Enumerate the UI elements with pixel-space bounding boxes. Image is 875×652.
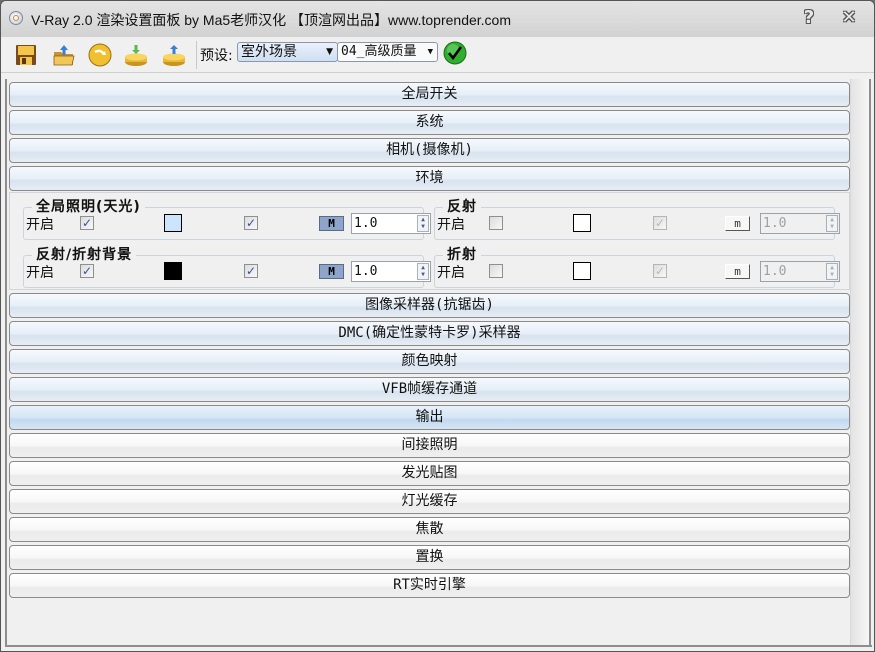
vray-render-settings-window: V-Ray 2.0 渲染设置面板 by Ma5老师汉化 【顶渲网出品】www.t… bbox=[0, 0, 875, 652]
quality-preset-dropdown[interactable]: 04_高级质量 ▼ bbox=[337, 42, 438, 62]
refraction-on-label: 开启 bbox=[437, 265, 465, 281]
title-bar: V-Ray 2.0 渲染设置面板 by Ma5老师汉化 【顶渲网出品】www.t… bbox=[1, 1, 874, 37]
spinner-up-icon: ▲ bbox=[830, 216, 834, 223]
import-icon[interactable] bbox=[123, 42, 149, 68]
reflection-map-button: m bbox=[725, 216, 750, 231]
rollout-vfb-channels[interactable]: VFB帧缓存通道 bbox=[9, 377, 850, 402]
spinner-arrows[interactable]: ▲ ▼ bbox=[417, 215, 429, 232]
rollout-irradiance-map[interactable]: 发光贴图 bbox=[9, 461, 850, 486]
rollout-global-switches[interactable]: 全局开关 bbox=[9, 82, 850, 107]
close-button[interactable]: ✕ bbox=[837, 7, 861, 29]
spinner-arrows: ▲ ▼ bbox=[826, 215, 838, 232]
quality-preset-value: 04_高级质量 bbox=[341, 44, 417, 59]
gi-multiplier-value: 1.0 bbox=[354, 216, 378, 231]
scene-preset-dropdown[interactable]: 室外场景 ▼ bbox=[237, 42, 338, 62]
refraction-color-swatch[interactable] bbox=[573, 262, 591, 280]
preset-label: 预设: bbox=[200, 48, 233, 64]
refraction-title: 折射 bbox=[443, 244, 481, 264]
rollout-rt-engine[interactable]: RT实时引擎 bbox=[9, 573, 850, 598]
rollout-panel: 全局开关 系统 相机(摄像机) 环境 全局照明(天光) 开启 ✓ ✓ M 1.0… bbox=[5, 79, 852, 647]
refl-refr-on-label: 开启 bbox=[26, 265, 54, 281]
reflection-title: 反射 bbox=[443, 196, 481, 216]
window-title: V-Ray 2.0 渲染设置面板 by Ma5老师汉化 【顶渲网出品】www.t… bbox=[31, 12, 511, 28]
chevron-down-icon: ▼ bbox=[425, 43, 433, 61]
environment-panel: 全局照明(天光) 开启 ✓ ✓ M 1.0 ▲ ▼ 反射 开启 ✓ m 1.0 … bbox=[9, 192, 850, 290]
checkmark-icon[interactable] bbox=[443, 41, 467, 65]
reflection-on-label: 开启 bbox=[437, 217, 465, 233]
spinner-arrows: ▲ ▼ bbox=[826, 263, 838, 280]
reflection-map-checkbox: ✓ bbox=[653, 216, 667, 230]
spinner-down-icon[interactable]: ▼ bbox=[418, 271, 428, 278]
refl-refr-color-swatch[interactable] bbox=[164, 262, 182, 280]
refl-refr-map-checkbox[interactable]: ✓ bbox=[244, 264, 258, 278]
reflection-multiplier-spinner: 1.0 ▲ ▼ bbox=[760, 213, 840, 234]
spinner-up-icon[interactable]: ▲ bbox=[418, 264, 428, 271]
refl-refr-multiplier-spinner[interactable]: 1.0 ▲ ▼ bbox=[351, 261, 431, 282]
rollout-camera[interactable]: 相机(摄像机) bbox=[9, 138, 850, 163]
spinner-down-icon: ▼ bbox=[830, 271, 834, 278]
panel-border bbox=[869, 79, 871, 647]
rollout-image-sampler[interactable]: 图像采样器(抗锯齿) bbox=[9, 293, 850, 318]
rollout-displacement[interactable]: 置换 bbox=[9, 545, 850, 570]
refresh-icon[interactable] bbox=[87, 42, 113, 68]
save-icon[interactable] bbox=[13, 42, 39, 68]
refraction-multiplier-value: 1.0 bbox=[763, 264, 787, 279]
panel-border bbox=[5, 645, 872, 647]
rollout-dmc-sampler[interactable]: DMC(确定性蒙特卡罗)采样器 bbox=[9, 321, 850, 346]
refl-refr-on-checkbox[interactable]: ✓ bbox=[80, 264, 94, 278]
gi-skylight-group: 全局照明(天光) 开启 ✓ ✓ M 1.0 ▲ ▼ bbox=[23, 196, 431, 240]
toolbar: 预设: 室外场景 ▼ 04_高级质量 ▼ bbox=[1, 37, 874, 73]
refraction-group: 折射 开启 ✓ m 1.0 ▲ ▼ bbox=[434, 244, 840, 288]
toolbar-separator bbox=[196, 41, 197, 69]
spinner-arrows[interactable]: ▲ ▼ bbox=[417, 263, 429, 280]
refraction-on-checkbox[interactable] bbox=[489, 264, 503, 278]
app-icon bbox=[9, 11, 23, 25]
rollout-output[interactable]: 输出 bbox=[9, 405, 850, 430]
refl-refr-map-button[interactable]: M bbox=[319, 264, 344, 279]
gi-multiplier-spinner[interactable]: 1.0 ▲ ▼ bbox=[351, 213, 431, 234]
reflection-multiplier-value: 1.0 bbox=[763, 216, 787, 231]
rollout-environment[interactable]: 环境 bbox=[9, 166, 850, 191]
scene-preset-value: 室外场景 bbox=[241, 44, 297, 60]
reflection-group: 反射 开启 ✓ m 1.0 ▲ ▼ bbox=[434, 196, 840, 240]
rollout-system[interactable]: 系统 bbox=[9, 110, 850, 135]
chevron-down-icon: ▼ bbox=[326, 47, 333, 57]
gi-on-label: 开启 bbox=[26, 217, 54, 233]
refraction-multiplier-spinner: 1.0 ▲ ▼ bbox=[760, 261, 840, 282]
gi-on-checkbox[interactable]: ✓ bbox=[80, 216, 94, 230]
gi-color-swatch[interactable] bbox=[164, 214, 182, 232]
rollout-indirect-illumination[interactable]: 间接照明 bbox=[9, 433, 850, 458]
open-folder-icon[interactable] bbox=[51, 42, 77, 68]
refl-refr-background-title: 反射/折射背景 bbox=[32, 244, 137, 264]
spinner-down-icon: ▼ bbox=[830, 223, 834, 230]
rollout-caustics[interactable]: 焦散 bbox=[9, 517, 850, 542]
spinner-down-icon[interactable]: ▼ bbox=[418, 223, 428, 230]
spinner-up-icon: ▲ bbox=[830, 264, 834, 271]
export-icon[interactable] bbox=[161, 42, 187, 68]
reflection-on-checkbox[interactable] bbox=[489, 216, 503, 230]
gi-map-checkbox[interactable]: ✓ bbox=[244, 216, 258, 230]
gi-skylight-title: 全局照明(天光) bbox=[32, 196, 145, 216]
refraction-map-button: m bbox=[725, 264, 750, 279]
vertical-scrollbar[interactable] bbox=[850, 79, 869, 647]
refl-refr-multiplier-value: 1.0 bbox=[354, 264, 378, 279]
rollout-color-mapping[interactable]: 颜色映射 bbox=[9, 349, 850, 374]
rollout-light-cache[interactable]: 灯光缓存 bbox=[9, 489, 850, 514]
gi-map-button[interactable]: M bbox=[319, 216, 344, 231]
refl-refr-background-group: 反射/折射背景 开启 ✓ ✓ M 1.0 ▲ ▼ bbox=[23, 244, 431, 288]
reflection-color-swatch[interactable] bbox=[573, 214, 591, 232]
help-button[interactable]: ? bbox=[797, 7, 821, 29]
spinner-up-icon[interactable]: ▲ bbox=[418, 216, 428, 223]
refraction-map-checkbox: ✓ bbox=[653, 264, 667, 278]
